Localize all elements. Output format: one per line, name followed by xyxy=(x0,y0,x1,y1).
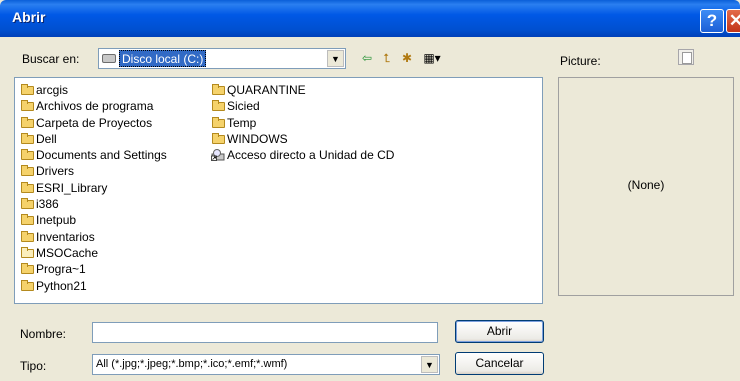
folder-icon xyxy=(21,165,34,177)
list-item[interactable]: QUARANTINE xyxy=(210,82,394,98)
folder-icon xyxy=(21,116,34,128)
chevron-down-icon[interactable]: ▼ xyxy=(421,356,438,373)
preview-none-text: (None) xyxy=(627,178,665,192)
filetype-label: Tipo: xyxy=(20,359,47,373)
list-item[interactable]: MSOCache xyxy=(19,245,167,261)
list-item[interactable]: Drivers xyxy=(19,163,167,179)
folder-icon xyxy=(21,279,34,291)
list-item[interactable]: Temp xyxy=(210,115,394,131)
back-arrow-icon[interactable]: ⇦ xyxy=(359,50,375,66)
lookin-combo[interactable]: Disco local (C:) ▼ xyxy=(98,48,346,69)
list-item[interactable]: Carpeta de Proyectos xyxy=(19,115,167,131)
open-button[interactable]: Abrir xyxy=(455,320,544,343)
close-icon: ✕ xyxy=(728,11,740,30)
list-item[interactable]: Documents and Settings xyxy=(19,147,167,163)
title-bar: Abrir ? ✕ xyxy=(0,0,740,37)
chevron-down-icon[interactable]: ▼ xyxy=(327,50,344,67)
preview-toggle-button[interactable] xyxy=(678,49,694,65)
lookin-label: Buscar en: xyxy=(22,52,80,66)
list-item[interactable]: Sicied xyxy=(210,98,394,114)
folder-icon xyxy=(212,84,225,95)
cd-drive-shortcut-icon xyxy=(211,149,225,162)
picture-preview-pane: (None) xyxy=(558,77,734,296)
filename-label: Nombre: xyxy=(20,327,67,341)
close-button[interactable]: ✕ xyxy=(726,9,740,33)
folder-icon xyxy=(21,132,34,144)
help-icon: ? xyxy=(706,11,718,30)
folder-icon xyxy=(21,149,34,161)
drive-icon xyxy=(102,54,116,63)
file-list[interactable]: arcgis Archivos de programa Carpeta de P… xyxy=(14,77,543,304)
list-item[interactable]: Inetpub xyxy=(19,212,167,228)
folder-icon xyxy=(212,116,225,128)
list-item[interactable]: arcgis xyxy=(19,82,167,98)
folder-icon xyxy=(21,246,34,258)
folder-icon xyxy=(21,181,34,193)
file-column-1: arcgis Archivos de programa Carpeta de P… xyxy=(19,82,167,294)
filetype-value: All (*.jpg;*.jpeg;*.bmp;*.ico;*.emf;*.wm… xyxy=(96,358,288,370)
window-title: Abrir xyxy=(12,9,46,25)
folder-icon xyxy=(21,263,34,275)
cancel-button[interactable]: Cancelar xyxy=(455,352,544,375)
list-item[interactable]: Python21 xyxy=(19,278,167,294)
file-column-2: QUARANTINE Sicied Temp WINDOWS Acceso di… xyxy=(210,82,394,163)
list-item[interactable]: WINDOWS xyxy=(210,131,394,147)
new-folder-icon[interactable]: ✱ xyxy=(399,50,415,66)
list-item[interactable]: Progra~1 xyxy=(19,261,167,277)
list-item[interactable]: Inventarios xyxy=(19,229,167,245)
folder-icon xyxy=(21,198,34,210)
views-menu-icon[interactable]: ▦▾ xyxy=(419,50,445,66)
list-item[interactable]: Dell xyxy=(19,131,167,147)
folder-icon xyxy=(21,214,34,226)
lookin-value: Disco local (C:) xyxy=(119,50,207,67)
folder-icon xyxy=(21,230,34,242)
folder-icon xyxy=(212,132,225,144)
list-item[interactable]: Acceso directo a Unidad de CD xyxy=(210,147,394,163)
preview-label: Picture: xyxy=(560,54,601,68)
list-item[interactable]: ESRI_Library xyxy=(19,180,167,196)
filename-input[interactable] xyxy=(92,322,438,343)
filetype-combo[interactable]: All (*.jpg;*.jpeg;*.bmp;*.ico;*.emf;*.wm… xyxy=(92,354,440,375)
list-item[interactable]: i386 xyxy=(19,196,167,212)
up-folder-icon[interactable]: ⮤ xyxy=(379,50,395,66)
list-item[interactable]: Archivos de programa xyxy=(19,98,167,114)
folder-icon xyxy=(212,100,225,112)
folder-icon xyxy=(21,84,34,95)
help-button[interactable]: ? xyxy=(700,9,724,33)
folder-icon xyxy=(21,100,34,112)
